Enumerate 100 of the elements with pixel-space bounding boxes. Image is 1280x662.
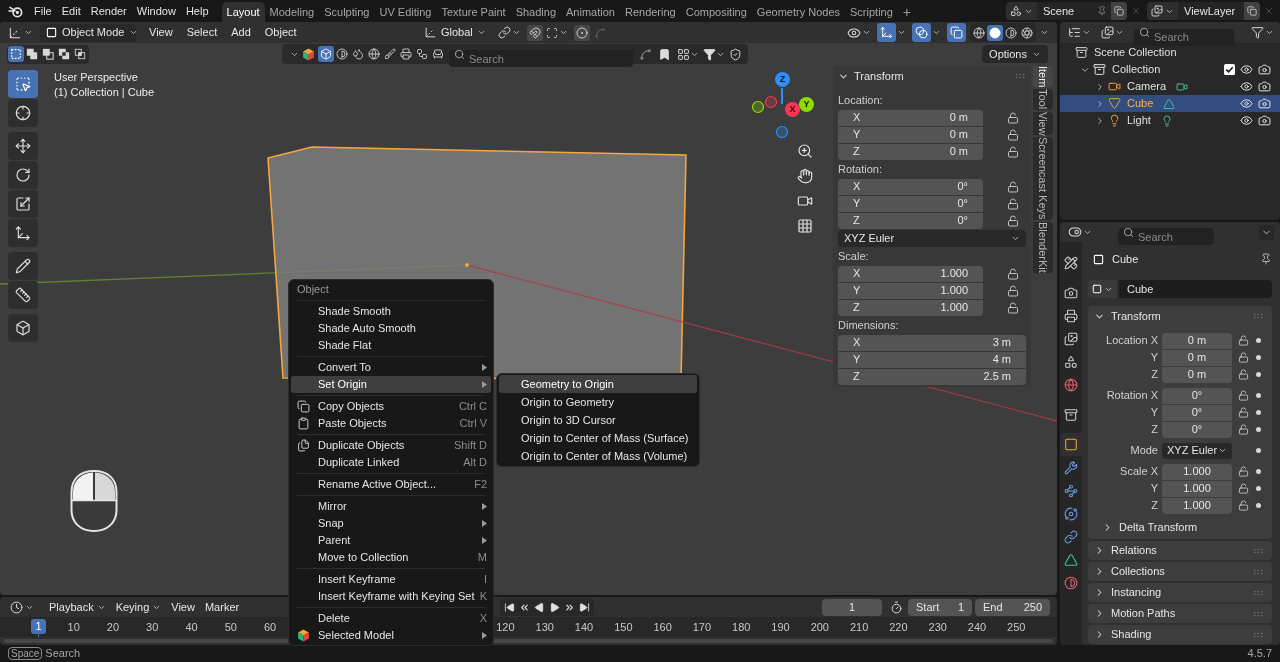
number-field[interactable]: 0° (1162, 387, 1232, 404)
menu-item[interactable]: Origin to Geometry (499, 393, 697, 411)
name-field[interactable]: Cube (1119, 280, 1272, 298)
number-field[interactable]: Y 0 m (838, 126, 983, 143)
data-type-button[interactable] (1147, 2, 1178, 20)
menu-item[interactable]: Shade Flat (291, 337, 491, 354)
dot-icon[interactable] (1256, 393, 1261, 398)
number-field[interactable]: 0 m (1162, 332, 1232, 349)
outliner-item[interactable]: Light (1060, 112, 1280, 129)
square-icon[interactable] (1060, 433, 1082, 456)
search-field[interactable]: Search (1118, 228, 1214, 245)
menu-item[interactable]: Select (179, 23, 225, 42)
bookmark-icon[interactable] (658, 47, 671, 61)
list-tree-icon[interactable] (1068, 26, 1081, 39)
dot-icon[interactable] (1256, 503, 1261, 508)
number-field[interactable]: 1.000 (1162, 463, 1232, 480)
outliner-item[interactable]: Collection (1060, 61, 1280, 78)
move-icon[interactable] (8, 132, 38, 160)
menu-item[interactable]: Parent (291, 532, 491, 549)
pencil-icon[interactable] (8, 252, 38, 280)
number-field[interactable]: X 3 m (838, 334, 1026, 351)
menu-item[interactable]: Mirror (291, 498, 491, 515)
number-field[interactable]: X 0° (838, 178, 983, 195)
workspace-tab[interactable]: Compositing (680, 2, 752, 22)
armchair-icon[interactable] (432, 48, 444, 60)
number-field[interactable]: 0 m (1162, 366, 1232, 383)
number-field[interactable]: 1.000 (1162, 480, 1232, 497)
images-icon[interactable] (1101, 26, 1114, 39)
cube-icon[interactable] (318, 46, 334, 62)
menu-item[interactable]: Selected Model (291, 627, 491, 644)
dot-icon[interactable] (1256, 410, 1261, 415)
workspace-tab[interactable]: UV Editing (374, 2, 437, 22)
panel-header[interactable]: Shading (1088, 625, 1272, 644)
camera-icon[interactable] (1258, 63, 1271, 76)
filter-icon[interactable] (703, 47, 716, 61)
axis-handle[interactable]: Z (775, 72, 790, 87)
number-field[interactable]: Y 4 m (838, 351, 1026, 368)
overlapping-circles-icon[interactable] (912, 23, 931, 42)
padlock-icon[interactable] (1238, 500, 1249, 511)
data-type-button[interactable] (1088, 280, 1117, 298)
menu-item[interactable]: File (29, 1, 57, 21)
reverse-play-icon[interactable] (534, 601, 545, 613)
menu-item[interactable]: Shade Auto Smooth (291, 320, 491, 337)
panel-header[interactable]: Collections (1088, 562, 1272, 581)
squares-union-icon[interactable] (26, 48, 38, 60)
menu-item[interactable]: Edit (56, 1, 86, 21)
camera-icon[interactable] (1064, 285, 1078, 300)
padlock-icon[interactable] (1238, 483, 1249, 494)
menu-item[interactable]: Copy Objects Ctrl C (291, 398, 491, 415)
pin-icon[interactable] (1260, 253, 1272, 265)
droplets-icon[interactable] (352, 48, 364, 60)
shield-check-icon[interactable] (729, 47, 742, 61)
chevron-icon[interactable] (1095, 81, 1105, 92)
menu-item[interactable]: Move to Collection M (291, 549, 491, 566)
add-workspace-button[interactable]: + (897, 2, 916, 22)
axis-end-icon[interactable] (764, 95, 778, 109)
axis-end-icon[interactable] (751, 100, 765, 114)
hand-icon[interactable] (795, 166, 815, 186)
number-field[interactable]: 1.000 (1162, 497, 1232, 514)
axis-handle[interactable]: X (785, 102, 800, 117)
logo-icon[interactable] (8, 4, 23, 18)
panel-header[interactable]: Transform (838, 66, 1026, 86)
globe-icon[interactable] (1064, 377, 1078, 392)
start-frame-field[interactable]: Start 1 (908, 598, 972, 616)
chevron-icon[interactable] (1095, 115, 1105, 126)
menu-item[interactable]: View (142, 23, 180, 42)
axes-arrows-icon[interactable] (877, 23, 896, 42)
mode-dropdown[interactable]: XYZ Euler (1162, 442, 1232, 459)
wrench-icon[interactable] (1064, 460, 1078, 475)
menu-item[interactable]: Add (224, 23, 258, 42)
workspace-tab[interactable]: Modeling (264, 2, 320, 22)
menu-item[interactable]: Help (180, 1, 214, 21)
filter-icon[interactable] (1251, 26, 1264, 39)
dot-icon[interactable] (1256, 469, 1261, 474)
workspace-tab[interactable]: Layout (221, 2, 265, 22)
menu-item[interactable]: Rename Active Object... F2 (291, 476, 491, 493)
workspace-tab[interactable]: Rendering (619, 2, 681, 22)
padlock-icon[interactable] (1007, 111, 1019, 124)
transform-icon[interactable] (8, 219, 38, 247)
shapes-icon[interactable] (1064, 354, 1078, 369)
padlock-icon[interactable] (1007, 197, 1019, 210)
menu-item[interactable]: Marker (199, 598, 245, 616)
toggle-icon[interactable] (1068, 225, 1082, 239)
triangle-icon[interactable] (1064, 552, 1078, 567)
menu-item[interactable]: Delete X (291, 610, 491, 627)
panel-header[interactable]: Instancing (1088, 583, 1272, 602)
link-icon[interactable] (1064, 529, 1078, 544)
squares-intersect-icon[interactable] (74, 48, 86, 60)
skip-forward-icon[interactable] (579, 601, 590, 613)
sidebar-tab[interactable]: Item (1033, 66, 1053, 88)
dropdown-menu[interactable]: Keying (110, 598, 167, 616)
outliner-item[interactable]: Cube (1060, 95, 1280, 112)
workspace-tab[interactable]: Texture Paint (436, 2, 511, 22)
workspace-tab[interactable]: Scripting (845, 2, 898, 22)
dot-icon[interactable] (1256, 355, 1261, 360)
scan-icon[interactable] (545, 26, 558, 39)
menu-item[interactable]: Render (85, 1, 132, 21)
padlock-icon[interactable] (1238, 390, 1249, 401)
scene-field[interactable]: Scene (1037, 2, 1111, 20)
padlock-icon[interactable] (1238, 407, 1249, 418)
